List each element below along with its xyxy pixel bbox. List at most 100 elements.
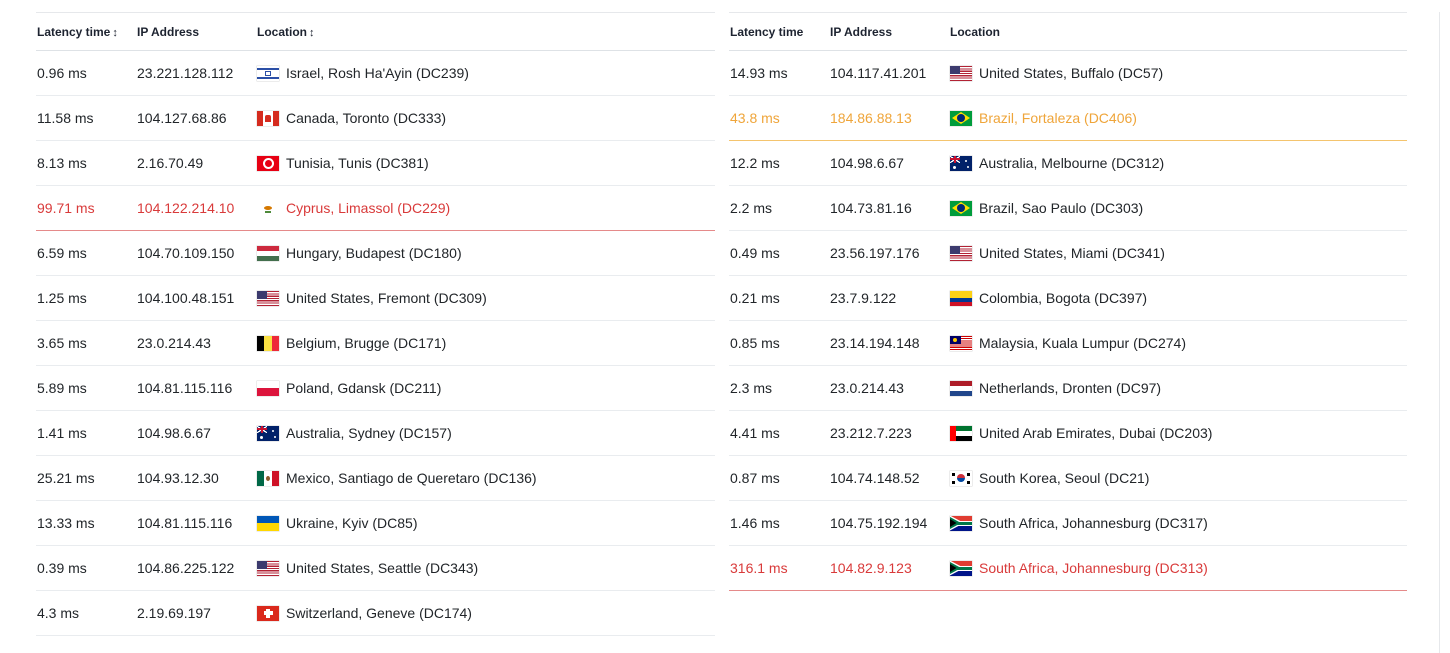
location-wrapper: Malaysia, Kuala Lumpur (DC274)	[950, 335, 1407, 351]
scrollbar-track[interactable]	[1439, 12, 1440, 653]
location-label: Canada, Toronto (DC333)	[286, 110, 447, 126]
ip-header-label: IP Address	[137, 24, 200, 39]
sort-arrows-icon[interactable]: ↕	[309, 27, 315, 39]
ip-address-cell: 104.100.48.151	[136, 275, 256, 321]
switzerland-flag-icon	[257, 605, 279, 621]
location-cell: Netherlands, Dronten (DC97)	[949, 365, 1407, 411]
latency-table-right-body: 14.93 ms 104.117.41.201 United States, Buf…	[729, 50, 1407, 591]
location-wrapper: United States, Miami (DC341)	[950, 245, 1407, 261]
brazil-flag-icon	[950, 200, 972, 216]
united-states-flag-icon	[257, 560, 279, 576]
location-wrapper: South Africa, Johannesburg (DC317)	[950, 515, 1407, 531]
latency-table-right-panel: Latency time IP Address Location 14.93 m…	[729, 12, 1407, 591]
location-wrapper: Mexico, Santiago de Queretaro (DC136)	[257, 470, 715, 486]
table-row: 3.65 ms 23.0.214.43 Belgium, Brugge (DC171…	[36, 320, 715, 366]
latency-cell: 8.13 ms	[36, 140, 136, 186]
location-wrapper: Netherlands, Dronten (DC97)	[950, 380, 1407, 396]
latency-cell: 99.71 ms	[36, 185, 136, 231]
table-row: 0.87 ms 104.74.148.52 South Korea, Seoul (…	[729, 455, 1407, 501]
ip-address-cell: 23.7.9.122	[829, 275, 949, 321]
location-label: South Africa, Johannesburg (DC317)	[979, 515, 1208, 531]
location-wrapper: Australia, Melbourne (DC312)	[950, 155, 1407, 171]
location-label: Netherlands, Dronten (DC97)	[979, 380, 1162, 396]
latency-cell: 1.25 ms	[36, 275, 136, 321]
location-cell: Hungary, Budapest (DC180)	[256, 230, 715, 276]
location-label: Malaysia, Kuala Lumpur (DC274)	[979, 335, 1186, 351]
location-label: Australia, Melbourne (DC312)	[979, 155, 1165, 171]
ip-column-header: IP Address	[136, 13, 256, 51]
location-cell: Ukraine, Kyiv (DC85)	[256, 500, 715, 546]
table-row: 2.2 ms 104.73.81.16 Brazil, Sao Paulo (DC3…	[729, 185, 1407, 231]
location-label: Belgium, Brugge (DC171)	[286, 335, 447, 351]
location-wrapper: Ukraine, Kyiv (DC85)	[257, 515, 715, 531]
latency-header-label: Latency time	[730, 24, 804, 39]
table-row: 0.96 ms 23.221.128.112 Israel, Rosh Ha'Ayi…	[36, 50, 715, 96]
latency-cell: 0.39 ms	[36, 545, 136, 591]
table-row: 12.2 ms 104.98.6.67 Australia, Melbourne (…	[729, 140, 1407, 186]
location-wrapper: Australia, Sydney (DC157)	[257, 425, 715, 441]
table-row: 1.41 ms 104.98.6.67 Australia, Sydney (DC1…	[36, 410, 715, 456]
brazil-flag-icon	[950, 110, 972, 126]
colombia-flag-icon	[950, 290, 972, 306]
table-row: 14.93 ms 104.117.41.201 United States, Buf…	[729, 50, 1407, 96]
latency-column-header[interactable]: Latency time ↕	[36, 13, 136, 51]
ip-header-label: IP Address	[830, 24, 893, 39]
latency-cell: 4.41 ms	[729, 410, 829, 456]
cyprus-flag-icon	[257, 200, 279, 216]
location-column-header[interactable]: Location ↕	[256, 13, 715, 51]
location-label: United States, Buffalo (DC57)	[979, 65, 1164, 81]
table-row: 43.8 ms 184.86.88.13 Brazil, Fortaleza (DC…	[729, 95, 1407, 141]
ip-address-cell: 104.122.214.10	[136, 185, 256, 231]
ip-address-cell: 104.93.12.30	[136, 455, 256, 501]
location-cell: Israel, Rosh Ha'Ayin (DC239)	[256, 50, 715, 96]
latency-table-left-body: 0.96 ms 23.221.128.112 Israel, Rosh Ha'Ayi…	[36, 50, 715, 636]
sort-arrows-icon[interactable]: ↕	[112, 27, 118, 39]
latency-cell: 13.33 ms	[36, 500, 136, 546]
location-wrapper: United States, Fremont (DC309)	[257, 290, 715, 306]
ip-address-cell: 23.0.214.43	[829, 365, 949, 411]
latency-cell: 25.21 ms	[36, 455, 136, 501]
south-korea-flag-icon	[950, 470, 972, 486]
ip-address-cell: 104.74.148.52	[829, 455, 949, 501]
location-cell: United States, Fremont (DC309)	[256, 275, 715, 321]
location-cell: Canada, Toronto (DC333)	[256, 95, 715, 141]
latency-cell: 1.41 ms	[36, 410, 136, 456]
table-row: 1.25 ms 104.100.48.151 United States, Frem…	[36, 275, 715, 321]
location-cell: United Arab Emirates, Dubai (DC203)	[949, 410, 1407, 456]
ip-address-cell: 23.221.128.112	[136, 50, 256, 96]
table-row: 0.21 ms 23.7.9.122 Colombia, Bogota (DC397…	[729, 275, 1407, 321]
location-cell: South Korea, Seoul (DC21)	[949, 455, 1407, 501]
ip-address-cell: 23.212.7.223	[829, 410, 949, 456]
poland-flag-icon	[257, 380, 279, 396]
latency-cell: 5.89 ms	[36, 365, 136, 411]
location-wrapper: United States, Buffalo (DC57)	[950, 65, 1407, 81]
location-wrapper: Poland, Gdansk (DC211)	[257, 380, 715, 396]
ip-address-cell: 104.75.192.194	[829, 500, 949, 546]
latency-cell: 4.3 ms	[36, 590, 136, 636]
table-row: 1.46 ms 104.75.192.194 South Africa, Johan…	[729, 500, 1407, 546]
location-wrapper: Colombia, Bogota (DC397)	[950, 290, 1407, 306]
ip-address-cell: 2.19.69.197	[136, 590, 256, 636]
table-row: 6.59 ms 104.70.109.150 Hungary, Budapest (…	[36, 230, 715, 276]
ip-address-cell: 104.73.81.16	[829, 185, 949, 231]
ip-address-cell: 104.98.6.67	[829, 140, 949, 186]
latency-cell: 0.96 ms	[36, 50, 136, 96]
location-label: Poland, Gdansk (DC211)	[286, 380, 442, 396]
latency-cell: 2.3 ms	[729, 365, 829, 411]
location-cell: United States, Seattle (DC343)	[256, 545, 715, 591]
table-row: 4.3 ms 2.19.69.197 Switzerland, Geneve (DC…	[36, 590, 715, 636]
ip-address-cell: 2.16.70.49	[136, 140, 256, 186]
location-cell: Brazil, Fortaleza (DC406)	[949, 95, 1407, 141]
location-wrapper: South Africa, Johannesburg (DC313)	[950, 560, 1407, 576]
table-row: 0.85 ms 23.14.194.148 Malaysia, Kuala Lump…	[729, 320, 1407, 366]
ip-address-cell: 104.86.225.122	[136, 545, 256, 591]
hungary-flag-icon	[257, 245, 279, 261]
location-label: United States, Miami (DC341)	[979, 245, 1165, 261]
tunisia-flag-icon	[257, 155, 279, 171]
location-label: Brazil, Fortaleza (DC406)	[979, 110, 1137, 126]
united-states-flag-icon	[950, 245, 972, 261]
south-africa-flag-icon	[950, 560, 972, 576]
table-row: 0.49 ms 23.56.197.176 United States, Miami…	[729, 230, 1407, 276]
ip-address-cell: 104.82.9.123	[829, 545, 949, 591]
location-header-label: Location	[257, 24, 307, 39]
